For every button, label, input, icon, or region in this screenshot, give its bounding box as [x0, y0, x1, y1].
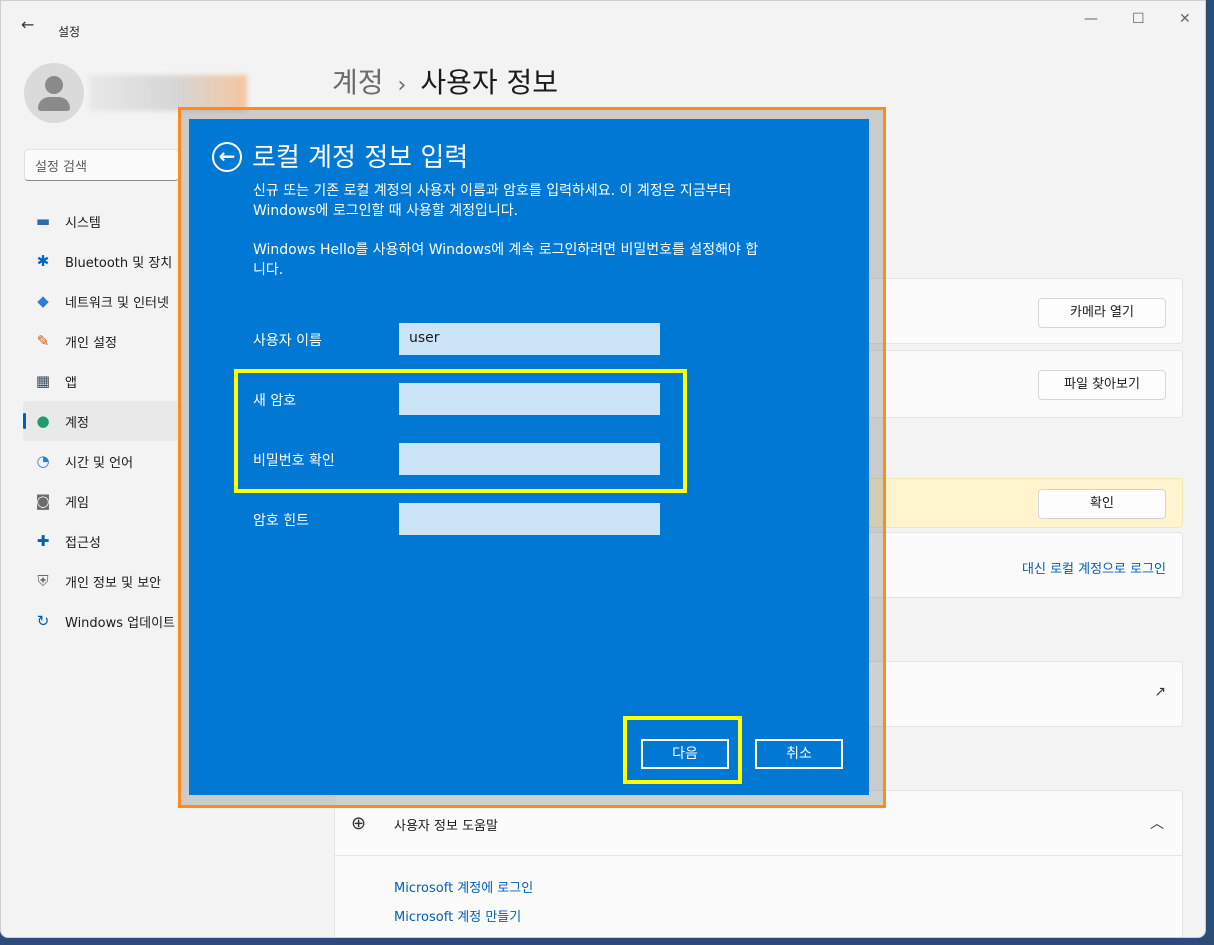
- app-title: 설정: [58, 25, 81, 39]
- desc1-line1: 신규 또는 기존 로컬 계정의 사용자 이름과 암호를 입력하세요. 이 계정은…: [253, 183, 732, 199]
- breadcrumb-parent[interactable]: 계정: [332, 66, 384, 99]
- sidebar-item[interactable]: ✚ 접근성: [23, 521, 183, 561]
- cancel-button[interactable]: 취소: [755, 739, 843, 769]
- desc1-line2: Windows에 로그인할 때 사용할 계정입니다.: [253, 203, 519, 219]
- sidebar-item[interactable]: ◙ 게임: [23, 481, 183, 521]
- update-icon: ↻: [36, 612, 50, 630]
- monitor-icon: ▬: [35, 212, 51, 230]
- sidebar-item[interactable]: ▦ 앱: [23, 361, 183, 401]
- sidebar-item-label: 시스템: [65, 215, 101, 231]
- ms-create-link[interactable]: Microsoft 계정 만들기: [394, 906, 521, 925]
- clock-globe-icon: ◔: [36, 452, 50, 470]
- minimize-icon[interactable]: —: [1084, 11, 1098, 27]
- bluetooth-icon: ✱: [36, 252, 50, 270]
- sidebar-item-label: 계정: [65, 415, 89, 431]
- sidebar-item[interactable]: ◆ 네트워크 및 인터넷: [23, 281, 183, 321]
- open-camera-button[interactable]: 카메라 열기: [1038, 298, 1166, 328]
- sidebar-item[interactable]: ⛨ 개인 정보 및 보안: [23, 561, 183, 601]
- sidebar-item[interactable]: ▬ 시스템: [23, 201, 183, 241]
- breadcrumb-separator: ›: [397, 73, 407, 98]
- brush-icon: ✎: [36, 332, 50, 350]
- sidebar-item[interactable]: ↻ Windows 업데이트: [23, 601, 183, 641]
- sidebar-item[interactable]: ◔ 시간 및 언어: [23, 441, 183, 481]
- confirm-button[interactable]: 확인: [1038, 489, 1166, 519]
- sidebar-item-label: 개인 설정: [65, 335, 117, 351]
- breadcrumb: 계정 › 사용자 정보: [332, 61, 558, 101]
- annotation-yellow-box-passwords: [234, 369, 687, 493]
- sidebar-item-label: Bluetooth 및 장치: [65, 255, 173, 271]
- sidebar-item-label: Windows 업데이트: [65, 615, 176, 631]
- dialog-description-2: Windows Hello를 사용하여 Windows에 계속 로그인하려면 비…: [253, 240, 833, 280]
- password-hint-input[interactable]: [399, 503, 660, 535]
- globe-icon: ⊕: [351, 813, 367, 834]
- shield-icon: ⛨: [37, 572, 49, 590]
- back-arrow-icon[interactable]: ←: [212, 142, 242, 172]
- gamepad-icon: ◙: [35, 492, 51, 510]
- avatar-torso: [38, 97, 70, 111]
- user-name-blurred: [89, 75, 247, 111]
- sidebar-item-label: 개인 정보 및 보안: [65, 575, 162, 591]
- search-input[interactable]: 설정 검색: [24, 149, 179, 181]
- desc2-line2: 니다.: [253, 262, 284, 278]
- username-label: 사용자 이름: [253, 333, 322, 349]
- sidebar-item[interactable]: ● 계정: [23, 401, 183, 441]
- local-account-link[interactable]: 대신 로컬 계정으로 로그인: [1022, 558, 1166, 577]
- dialog-description-1: 신규 또는 기존 로컬 계정의 사용자 이름과 암호를 입력하세요. 이 계정은…: [253, 181, 833, 221]
- help-divider: [335, 855, 1182, 856]
- sidebar-item[interactable]: ✎ 개인 설정: [23, 321, 183, 361]
- chevron-up-icon[interactable]: ︿: [1150, 813, 1164, 833]
- accessibility-icon: ✚: [36, 532, 50, 550]
- desc2-line1: Windows Hello를 사용하여 Windows에 계속 로그인하려면 비…: [253, 242, 759, 258]
- help-title: 사용자 정보 도움말: [394, 819, 498, 834]
- avatar-head: [45, 76, 63, 94]
- apps-icon: ▦: [35, 372, 51, 390]
- close-icon[interactable]: ✕: [1179, 11, 1191, 27]
- annotation-yellow-box-next: [623, 716, 742, 784]
- wifi-icon: ◆: [37, 292, 49, 310]
- sidebar-item-label: 네트워크 및 인터넷: [65, 295, 169, 311]
- sidebar-item-label: 시간 및 언어: [65, 455, 134, 471]
- sidebar-nav: ▬ 시스템 ✱ Bluetooth 및 장치 ◆ 네트워크 및 인터넷 ✎ 개인 설정 ▦ 앱 ● 계…: [23, 201, 183, 641]
- title-bar: ← 설정 — ☐ ✕: [1, 1, 1205, 45]
- dialog-title: 로컬 계정 정보 입력: [252, 143, 469, 173]
- password-hint-label: 암호 힌트: [253, 513, 309, 529]
- sidebar-item-label: 접근성: [65, 535, 101, 551]
- back-arrow-icon[interactable]: ←: [21, 15, 34, 34]
- external-link-icon[interactable]: ↗: [1154, 684, 1166, 700]
- browse-files-button[interactable]: 파일 찾아보기: [1038, 370, 1166, 400]
- maximize-icon[interactable]: ☐: [1132, 11, 1145, 27]
- sidebar-item-label: 게임: [65, 495, 89, 511]
- sidebar-item-label: 앱: [65, 375, 77, 391]
- page-title: 사용자 정보: [420, 66, 559, 99]
- help-card: ⊕ 사용자 정보 도움말 ︿ Microsoft 계정에 로그인 Microso…: [334, 790, 1183, 937]
- sidebar-item[interactable]: ✱ Bluetooth 및 장치: [23, 241, 183, 281]
- username-input[interactable]: user: [399, 323, 660, 355]
- avatar: [24, 63, 84, 123]
- ms-signin-link[interactable]: Microsoft 계정에 로그인: [394, 877, 533, 896]
- account-icon: ●: [36, 412, 50, 430]
